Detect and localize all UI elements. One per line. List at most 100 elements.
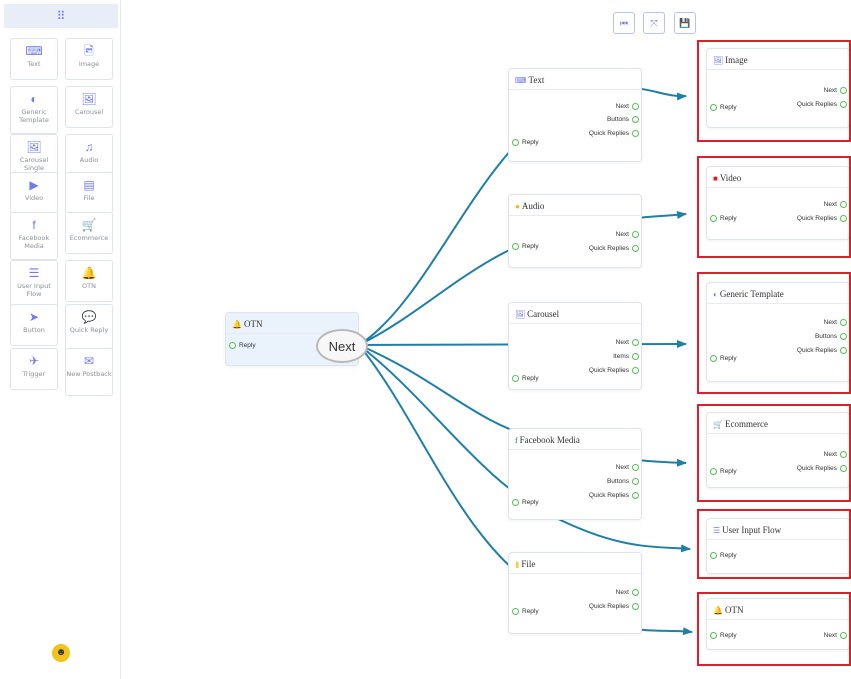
input-port-reply[interactable]: Reply <box>229 342 256 349</box>
fit-view-button[interactable]: ⤧ <box>643 12 665 34</box>
node-title: f Facebook Media <box>515 435 580 445</box>
node-title-text: File <box>521 559 536 569</box>
palette-tile-label: File <box>83 194 95 202</box>
port-dot[interactable] <box>632 130 639 137</box>
port-dot[interactable] <box>632 339 639 346</box>
palette-tile-label: Generic Template <box>19 108 49 124</box>
next-output-badge[interactable]: Next <box>316 329 368 363</box>
port-dot[interactable] <box>512 139 519 146</box>
port-dot[interactable] <box>632 245 639 252</box>
port-dot[interactable] <box>512 375 519 382</box>
palette-tile-label: New Postback <box>66 370 112 378</box>
output-port-buttons[interactable]: Buttons <box>607 116 639 123</box>
save-icon: 💾 <box>679 18 691 28</box>
input-port-reply[interactable]: Reply <box>512 608 539 615</box>
palette-tile-generic-template[interactable]: ◐ Generic Template <box>10 86 58 134</box>
output-port-quick-replies[interactable]: Quick Replies <box>589 603 639 610</box>
port-dot[interactable] <box>512 499 519 506</box>
port-dot[interactable] <box>512 608 519 615</box>
palette-header[interactable]: ⠿ <box>4 4 118 28</box>
save-button[interactable]: 💾 <box>674 12 696 34</box>
port-dot[interactable] <box>512 243 519 250</box>
output-port-quick-replies[interactable]: Quick Replies <box>589 245 639 252</box>
node-title-text: Facebook Media <box>519 435 580 445</box>
middle-node-audio[interactable]: ● Audio Next Quick Replies Reply <box>508 194 642 268</box>
first-page-button[interactable]: ⏮ <box>613 12 635 34</box>
palette-tile-carousel[interactable]: 🖼 Carousel <box>65 86 113 128</box>
node-title-text: Carousel <box>527 309 560 319</box>
port-label: Next <box>615 464 629 471</box>
middle-node-file[interactable]: ▮ File Next Quick Replies Reply <box>508 552 642 634</box>
output-port-next[interactable]: Next <box>616 231 639 238</box>
palette-tile-audio[interactable]: ♫ Audio <box>65 134 113 176</box>
output-port-quick-replies[interactable]: Quick Replies <box>589 492 639 499</box>
port-dot[interactable] <box>632 116 639 123</box>
port-dot[interactable] <box>632 492 639 499</box>
port-dot[interactable] <box>632 464 639 471</box>
port-dot[interactable] <box>632 103 639 110</box>
port-label: Next <box>615 103 629 110</box>
node-type-icon: ⌨ <box>515 76 527 85</box>
middle-node-facebook-media[interactable]: f Facebook Media Next Buttons Quick Replies R… <box>508 428 642 520</box>
output-port-items[interactable]: Items <box>613 353 639 360</box>
port-label: Reply <box>522 375 539 382</box>
keyboard-icon: ⌨ <box>25 44 43 58</box>
port-dot[interactable] <box>632 231 639 238</box>
node-type-icon: 🖼 <box>515 310 526 319</box>
port-label: Buttons <box>606 478 629 485</box>
envelope-icon: ✉ <box>83 354 95 368</box>
palette-tile-facebook-media[interactable]: f Facebook Media <box>10 212 58 260</box>
palette-tile-ecommerce[interactable]: 🛒 Ecommerce <box>65 212 113 254</box>
palette-tile-new-postback[interactable]: ✉ New Postback <box>65 348 113 396</box>
palette-tile-text[interactable]: ⌨ Text <box>10 38 58 80</box>
output-port-next[interactable]: Next <box>616 103 639 110</box>
port-dot[interactable] <box>632 353 639 360</box>
input-port-reply[interactable]: Reply <box>512 499 539 506</box>
palette-tile-label: OTN <box>82 282 96 290</box>
port-label: Next <box>615 339 629 346</box>
output-port-quick-replies[interactable]: Quick Replies <box>589 367 639 374</box>
input-port-reply[interactable]: Reply <box>512 139 539 146</box>
port-dot[interactable] <box>632 478 639 485</box>
port-label: Quick Replies <box>588 130 629 137</box>
output-port-next[interactable]: Next <box>616 464 639 471</box>
paper-plane-icon: ➤ <box>28 310 40 324</box>
file-icon: ▤ <box>83 178 95 192</box>
palette-tile-video[interactable]: ▶ Video <box>10 172 58 214</box>
port-label: Reply <box>522 499 539 506</box>
palette-tile-trigger[interactable]: ✈ Trigger <box>10 348 58 390</box>
palette-tile-otn[interactable]: 🔔 OTN <box>65 260 113 302</box>
video-file-icon: ▶ <box>29 178 39 192</box>
palette-tile-quick-reply[interactable]: 💬 Quick Reply <box>65 304 113 352</box>
palette-tile-image[interactable]: 🖻 Image <box>65 38 113 80</box>
port-dot[interactable] <box>632 603 639 610</box>
output-port-next[interactable]: Next <box>616 339 639 346</box>
chat-bubble-icon: 💬 <box>81 310 97 324</box>
output-port-quick-replies[interactable]: Quick Replies <box>589 130 639 137</box>
middle-node-carousel[interactable]: 🖼 Carousel Next Items Quick Replies Reply <box>508 302 642 390</box>
port-label: Quick Replies <box>588 367 629 374</box>
highlight-box <box>697 40 851 142</box>
port-dot[interactable] <box>632 589 639 596</box>
palette-tile-button[interactable]: ➤ Button <box>10 304 58 346</box>
next-badge-label: Next <box>328 338 356 354</box>
output-port-next[interactable]: Next <box>616 589 639 596</box>
node-palette-sidebar: ⠿ ⌨ Text 🖻 Image ◐ Generic Template 🖼 Carousel 🖼… <box>0 0 121 679</box>
node-title: 🔔 OTN <box>232 319 262 329</box>
input-port-reply[interactable]: Reply <box>512 243 539 250</box>
images-icon: 🖼 <box>81 92 97 106</box>
node-title-text: Audio <box>521 201 545 211</box>
input-port-reply[interactable]: Reply <box>512 375 539 382</box>
output-port-buttons[interactable]: Buttons <box>607 478 639 485</box>
palette-tile-file[interactable]: ▤ File <box>65 172 113 214</box>
palette-tile-user-input-flow[interactable]: ☰ User Input Flow <box>10 260 58 308</box>
node-title-text: Text <box>528 75 545 85</box>
palette-tile-label: Carousel Single <box>19 156 49 172</box>
port-dot[interactable] <box>632 367 639 374</box>
palette-tile-label: Text <box>27 60 41 68</box>
bell-icon: 🔔 <box>232 320 242 329</box>
bot-avatar-icon[interactable]: ☻ <box>52 644 70 662</box>
port-label: Quick Replies <box>588 492 629 499</box>
palette-tile-label: Trigger <box>22 370 46 378</box>
middle-node-text[interactable]: ⌨ Text Next Buttons Quick Replies Reply <box>508 68 642 162</box>
